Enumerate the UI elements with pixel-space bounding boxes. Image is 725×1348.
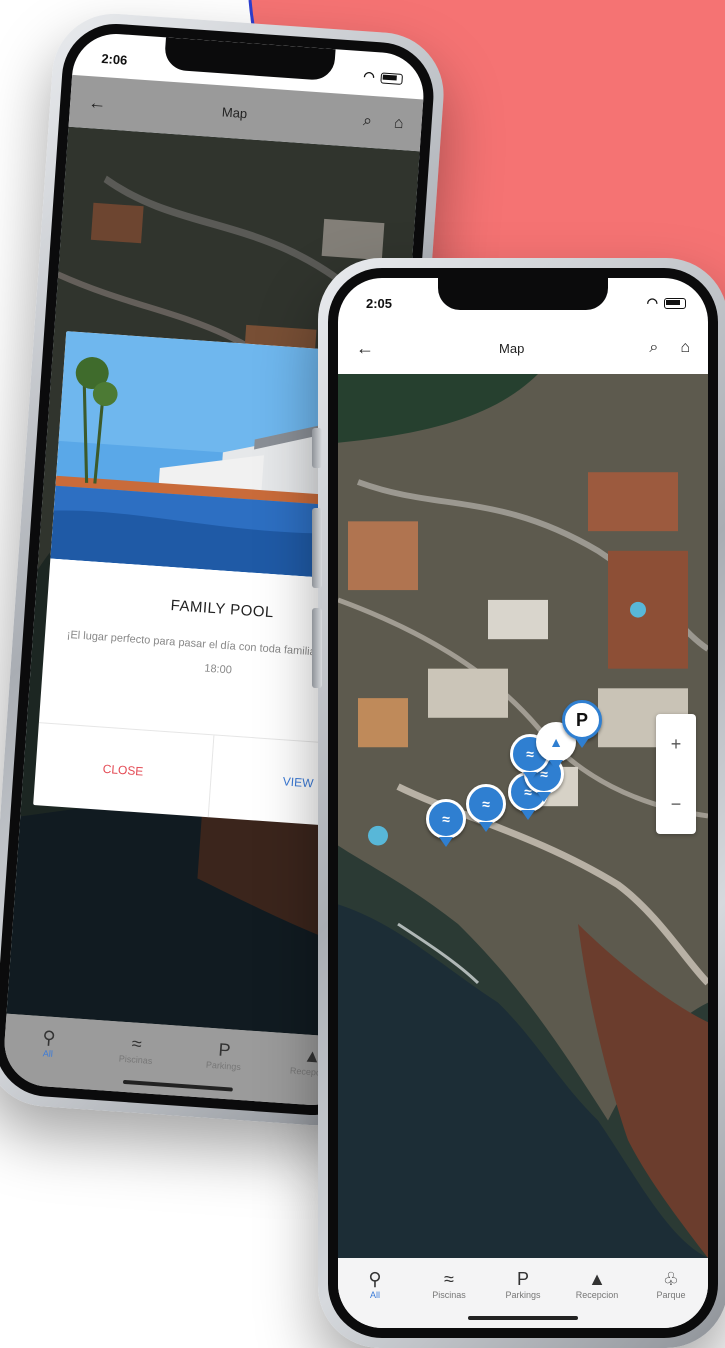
tab-all[interactable]: ⚲ All <box>345 1268 405 1300</box>
map-pin-icon: ⚲ <box>368 1269 382 1289</box>
tab-piscinas[interactable]: ≈ Piscinas <box>105 1031 167 1067</box>
search-icon[interactable]: ⌕ <box>362 112 372 131</box>
arrow-left-icon[interactable]: ← <box>88 92 107 114</box>
status-time: 2:06 <box>100 50 128 68</box>
zoom-control: + − <box>656 714 696 834</box>
phone-front: 2:05 ◠ ← Map ⌕ ⌂ ≈ ≈ ≈ ≈ ≈ ▲ P + − ⚲ All… <box>312 258 725 1348</box>
search-icon[interactable]: ⌕ <box>649 339 658 357</box>
pool-icon: ≈ <box>444 1269 454 1289</box>
parking-pin[interactable]: P <box>562 700 602 740</box>
status-time: 2:05 <box>366 295 393 311</box>
volume-down-button <box>312 608 322 688</box>
satellite-map[interactable]: ≈ ≈ ≈ ≈ ≈ ▲ P + − <box>338 374 708 1258</box>
tab-bar: ⚲ All ≈ Piscinas P Parkings ▲ Recepcion ♧ Par… <box>338 1258 708 1328</box>
wifi-icon: ◠ <box>362 68 376 84</box>
front-screen: 2:05 ◠ ← Map ⌕ ⌂ ≈ ≈ ≈ ≈ ≈ ▲ P + − ⚲ All… <box>338 278 708 1328</box>
tab-all[interactable]: ⚲ All <box>18 1025 80 1061</box>
tab-parkings[interactable]: P Parkings <box>193 1037 255 1073</box>
pool-pin-icon: ≈ <box>526 746 534 762</box>
close-button[interactable]: CLOSE <box>33 723 214 818</box>
zoom-in-button[interactable]: + <box>671 734 682 755</box>
page-title: Map <box>499 340 525 356</box>
notch <box>438 278 608 310</box>
home-icon[interactable]: ⌂ <box>680 339 690 357</box>
reception-icon: ▲ <box>588 1269 606 1289</box>
map-pin-icon: ⚲ <box>41 1027 57 1049</box>
home-indicator <box>468 1316 578 1320</box>
mute-switch <box>312 428 322 468</box>
parking-icon: P <box>217 1039 232 1061</box>
tab-piscinas[interactable]: ≈ Piscinas <box>419 1268 479 1300</box>
reception-pin-icon: ▲ <box>549 734 563 750</box>
parking-icon: P <box>516 1269 529 1289</box>
parking-pin-icon: P <box>575 709 588 730</box>
pool-pin-icon: ≈ <box>442 811 450 827</box>
arrow-left-icon[interactable]: ← <box>356 338 374 359</box>
tab-parque[interactable]: ♧ Parque <box>641 1268 701 1300</box>
battery-icon <box>664 297 686 309</box>
zoom-out-button[interactable]: − <box>671 794 682 815</box>
volume-up-button <box>312 508 322 588</box>
pool-icon: ≈ <box>131 1033 143 1055</box>
app-bar: ← Map ⌕ ⌂ <box>338 322 708 374</box>
wifi-icon: ◠ <box>646 295 658 310</box>
pool-pin[interactable]: ≈ <box>466 784 506 824</box>
tab-recepcion[interactable]: ▲ Recepcion <box>567 1268 627 1300</box>
park-icon: ♧ <box>662 1269 680 1289</box>
home-indicator <box>122 1079 233 1092</box>
page-title: Map <box>221 103 248 121</box>
battery-icon <box>380 71 404 85</box>
pool-pin[interactable]: ≈ <box>426 799 466 839</box>
tab-parkings[interactable]: P Parkings <box>493 1268 553 1300</box>
home-icon[interactable]: ⌂ <box>393 114 404 133</box>
pool-pin-icon: ≈ <box>482 796 490 812</box>
